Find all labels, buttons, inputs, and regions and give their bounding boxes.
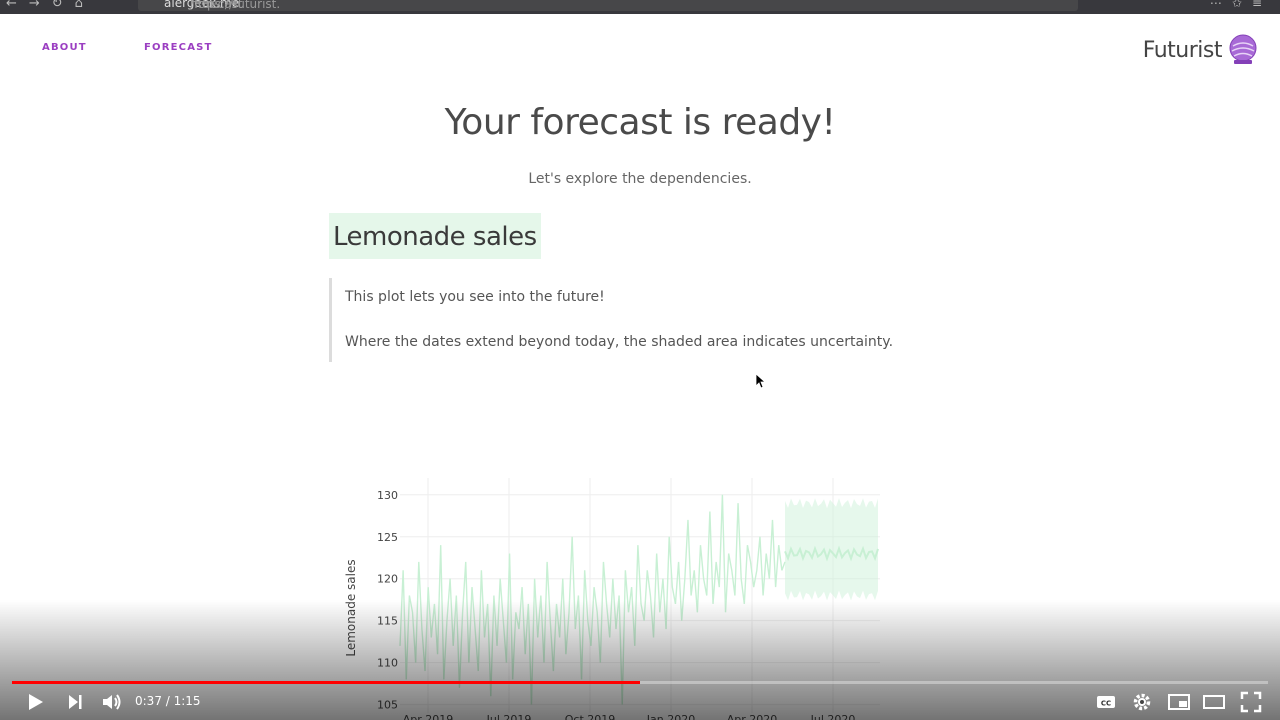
section-title: Lemonade sales — [329, 213, 541, 259]
settings-button[interactable] — [1130, 690, 1154, 714]
fullscreen-icon — [1240, 691, 1262, 713]
y-tick-label: 125 — [377, 531, 398, 544]
next-button[interactable] — [64, 690, 86, 714]
page-subtitle: Let's explore the dependencies. — [528, 171, 752, 187]
gear-icon — [1133, 693, 1151, 711]
captions-button[interactable]: CC — [1095, 690, 1117, 714]
fullscreen-button[interactable] — [1239, 690, 1263, 714]
play-button[interactable] — [24, 690, 46, 714]
browser-nav-icons[interactable]: ←→↻⌂ — [6, 0, 95, 11]
volume-icon — [103, 694, 121, 710]
captions-icon: CC — [1097, 696, 1115, 708]
nav-about-link[interactable]: ABOUT — [42, 42, 87, 53]
quote-line-1: This plot lets you see into the future! — [345, 289, 605, 305]
play-icon — [29, 694, 43, 710]
y-tick-label: 130 — [377, 489, 398, 502]
browser-menu-icons[interactable]: ⋯✩≡ — [1210, 0, 1272, 10]
svg-text:CC: CC — [1101, 700, 1111, 708]
volume-button[interactable] — [100, 690, 124, 714]
theater-mode-button[interactable] — [1202, 690, 1226, 714]
address-bar-url: https://futurist. alergeek.me/forecast — [164, 0, 281, 11]
browser-toolbar: ←→↻⌂ https://futurist. alergeek.me/foreca… — [0, 0, 1280, 14]
theater-icon — [1203, 695, 1225, 709]
address-bar[interactable]: https://futurist. alergeek.me/forecast — [138, 0, 1078, 11]
video-progress-bar[interactable] — [12, 681, 1268, 684]
brand-name: Futurist — [1142, 37, 1223, 63]
page-title: Your forecast is ready! — [444, 102, 836, 143]
miniplayer-button[interactable] — [1167, 690, 1191, 714]
crystal-ball-logo-icon — [1229, 34, 1257, 64]
miniplayer-icon — [1168, 694, 1190, 710]
skip-next-icon — [69, 695, 82, 709]
video-progress-fill — [12, 681, 640, 684]
video-time: 0:37 / 1:15 — [135, 694, 201, 708]
forecast-uncertainty-band — [784, 498, 879, 601]
y-tick-label: 120 — [377, 573, 398, 586]
nav-forecast-link[interactable]: FORECAST — [144, 42, 213, 53]
description-quote: This plot lets you see into the future! … — [329, 278, 894, 362]
brand[interactable]: Futurist — [1143, 34, 1258, 66]
quote-line-2: Where the dates extend beyond today, the… — [345, 334, 894, 350]
mouse-cursor-icon — [755, 373, 767, 394]
